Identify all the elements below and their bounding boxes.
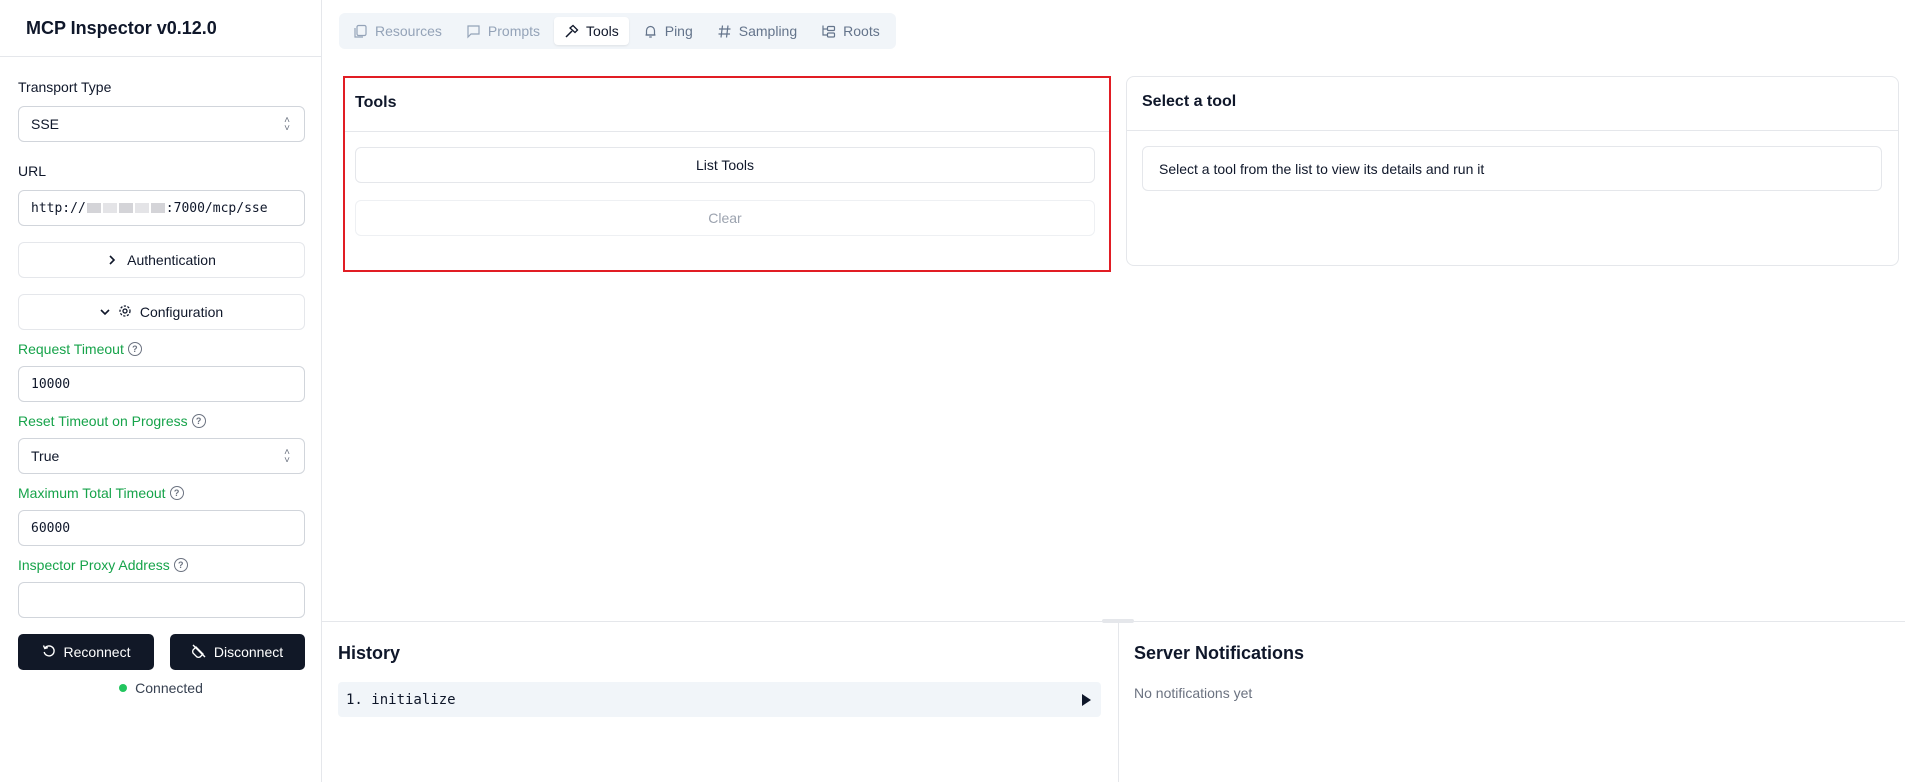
tab-sampling[interactable]: Sampling: [707, 17, 807, 45]
tab-bar: Resources Prompts Tools Ping Sampling Ro…: [339, 13, 896, 49]
proxy-address-label: Inspector Proxy Address ?: [18, 557, 188, 573]
chevron-up-down-icon: ˄ ˅: [284, 447, 290, 466]
tool-details-panel: Select a tool Select a tool from the lis…: [1126, 76, 1899, 266]
chevron-right-icon: [107, 252, 117, 268]
proxy-address-input[interactable]: [18, 582, 305, 618]
tab-tools-label: Tools: [586, 23, 619, 39]
help-icon[interactable]: ?: [191, 414, 206, 428]
tab-resources[interactable]: Resources: [343, 17, 452, 45]
tab-ping-label: Ping: [664, 23, 693, 39]
status-dot: [119, 684, 128, 692]
tab-resources-label: Resources: [375, 23, 442, 39]
chevron-up-down-icon: ˄ ˅: [284, 115, 290, 134]
redacted-host: [86, 201, 166, 216]
authentication-label: Authentication: [127, 252, 216, 268]
bell-icon: [645, 25, 656, 38]
proxy-address-text: Inspector Proxy Address: [18, 557, 170, 573]
notifications-empty: No notifications yet: [1134, 685, 1253, 701]
url-suffix: :7000/mcp/sse: [165, 200, 268, 216]
max-timeout-value: 60000: [31, 520, 71, 536]
reset-timeout-select[interactable]: True ˄ ˅: [18, 438, 305, 474]
transport-type-value: SSE: [31, 116, 60, 132]
history-item-label: 1. initialize: [346, 691, 456, 708]
max-timeout-label: Maximum Total Timeout ?: [18, 485, 184, 501]
request-timeout-value: 10000: [31, 376, 71, 392]
authentication-toggle[interactable]: Authentication: [18, 242, 305, 278]
request-timeout-input[interactable]: 10000: [18, 366, 305, 402]
url-prefix: http://: [31, 200, 86, 216]
tab-ping[interactable]: Ping: [633, 17, 703, 45]
chevron-down-icon: [100, 304, 110, 320]
reset-timeout-label: Reset Timeout on Progress ?: [18, 413, 206, 429]
tab-prompts[interactable]: Prompts: [456, 17, 550, 45]
expand-arrow-icon[interactable]: [1082, 694, 1091, 706]
max-timeout-input[interactable]: 60000: [18, 510, 305, 546]
vertical-divider: [1118, 622, 1119, 782]
tool-details-message: Select a tool from the list to view its …: [1142, 146, 1882, 191]
reset-timeout-value: True: [31, 448, 60, 464]
tool-details-title: Select a tool: [1142, 93, 1237, 110]
transport-type-select[interactable]: SSE ˄ ˅: [18, 106, 305, 142]
url-label: URL: [18, 163, 47, 179]
rotate-ccw-icon: [42, 644, 56, 661]
tab-prompts-label: Prompts: [487, 23, 541, 39]
disconnect-button[interactable]: Disconnect: [170, 634, 305, 670]
transport-type-label: Transport Type: [18, 79, 112, 95]
reconnect-button[interactable]: Reconnect: [18, 634, 154, 670]
reset-timeout-text: Reset Timeout on Progress: [18, 413, 188, 429]
max-timeout-text: Maximum Total Timeout: [18, 485, 166, 501]
tab-sampling-label: Sampling: [738, 23, 798, 39]
divider: [1127, 130, 1898, 131]
sidebar: MCP Inspector v0.12.0 Transport Type SSE…: [0, 0, 322, 782]
reconnect-label: Reconnect: [63, 644, 131, 660]
connection-status: Connected: [0, 680, 322, 696]
gear-icon: [118, 304, 132, 321]
clear-button[interactable]: Clear: [355, 200, 1095, 236]
history-item[interactable]: 1. initialize: [338, 682, 1101, 717]
notifications-title: Server Notifications: [1134, 643, 1305, 663]
hammer-icon: [565, 24, 579, 38]
divider: [345, 131, 1109, 132]
help-icon[interactable]: ?: [173, 558, 188, 572]
tools-panel: Tools List Tools Clear: [343, 76, 1111, 272]
message-square-icon: [467, 24, 480, 38]
list-tools-button[interactable]: List Tools: [355, 147, 1095, 183]
tools-panel-title: Tools: [355, 94, 397, 111]
tab-roots[interactable]: Roots: [811, 17, 890, 45]
configuration-toggle[interactable]: Configuration: [18, 294, 305, 330]
configuration-label: Configuration: [139, 304, 224, 320]
hash-icon: [718, 24, 731, 38]
request-timeout-label: Request Timeout ?: [18, 341, 142, 357]
unplug-icon: [191, 644, 206, 661]
app-title: MCP Inspector v0.12.0: [26, 17, 217, 38]
status-text: Connected: [135, 680, 203, 696]
request-timeout-text: Request Timeout: [18, 341, 124, 357]
sidebar-header: MCP Inspector v0.12.0: [0, 0, 321, 57]
help-icon[interactable]: ?: [169, 486, 184, 500]
tab-roots-label: Roots: [843, 23, 880, 39]
disconnect-label: Disconnect: [213, 644, 284, 660]
files-icon: [354, 24, 367, 38]
url-input[interactable]: http:// :7000/mcp/sse: [18, 190, 305, 226]
history-title: History: [338, 643, 401, 663]
help-icon[interactable]: ?: [127, 342, 142, 356]
folder-tree-icon: [822, 25, 836, 38]
tab-tools[interactable]: Tools: [554, 17, 629, 45]
